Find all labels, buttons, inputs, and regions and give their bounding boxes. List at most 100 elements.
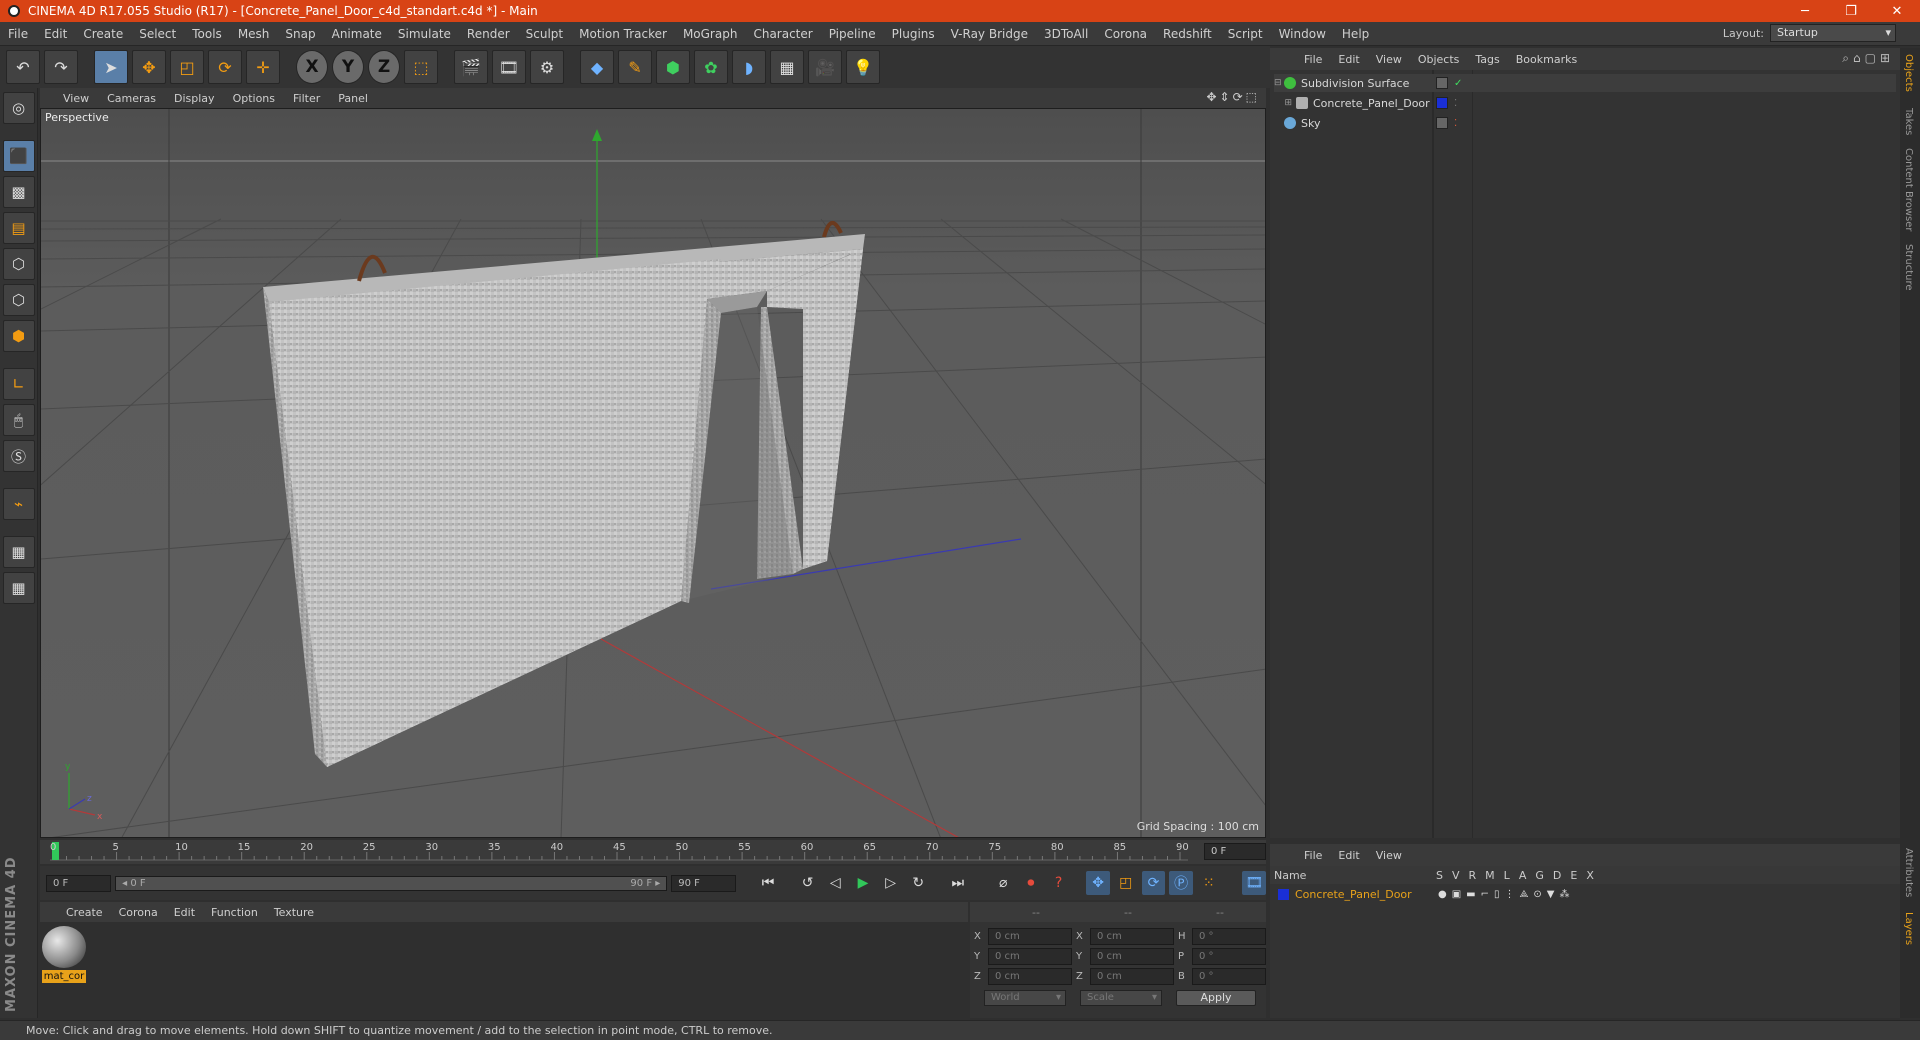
size-z-field[interactable]: 0 cm bbox=[1090, 968, 1174, 985]
size-x-field[interactable]: 0 cm bbox=[1090, 928, 1174, 945]
material-name[interactable]: mat_cor bbox=[42, 970, 86, 983]
material-preview[interactable] bbox=[42, 926, 86, 968]
menu-corona[interactable]: Corona bbox=[1096, 27, 1155, 41]
mat-menu-corona[interactable]: Corona bbox=[111, 906, 166, 919]
go-to-start-icon[interactable]: ⏮ bbox=[756, 871, 780, 895]
record-icon[interactable]: ⏺ bbox=[1019, 871, 1043, 895]
visibility-toggle[interactable] bbox=[1436, 117, 1448, 129]
next-frame-icon[interactable]: ▷ bbox=[879, 871, 903, 895]
rotate-icon[interactable]: ⟳ bbox=[208, 50, 242, 84]
floor-icon[interactable]: ▦ bbox=[770, 50, 804, 84]
menu-sculpt[interactable]: Sculpt bbox=[518, 27, 571, 41]
restore-button[interactable]: ❐ bbox=[1828, 0, 1874, 22]
position-z-field[interactable]: 0 cm bbox=[988, 968, 1072, 985]
subdivision-surface-icon[interactable]: ⬢ bbox=[656, 50, 690, 84]
size-mode-select[interactable]: Scale bbox=[1080, 990, 1162, 1006]
motion-path-icon[interactable]: ⌀ bbox=[991, 871, 1015, 895]
mat-menu-function[interactable]: Function bbox=[203, 906, 266, 919]
menu-pipeline[interactable]: Pipeline bbox=[821, 27, 884, 41]
undo-icon[interactable]: ↶ bbox=[6, 50, 40, 84]
visibility-toggle[interactable] bbox=[1436, 77, 1448, 89]
edges-mode-icon[interactable]: ⬡ bbox=[2, 284, 35, 316]
viewport-menu-panel[interactable]: Panel bbox=[329, 92, 377, 105]
mat-menu-edit[interactable]: Edit bbox=[166, 906, 203, 919]
go-to-end-icon[interactable]: ⏭ bbox=[946, 871, 970, 895]
enabled-check-icon[interactable]: ✓ bbox=[1454, 78, 1462, 89]
live-selection-icon[interactable]: ➤ bbox=[94, 50, 128, 84]
layer-color-swatch[interactable] bbox=[1278, 888, 1289, 900]
om-menu-objects[interactable]: Objects bbox=[1410, 53, 1468, 66]
cube-object-icon[interactable]: ◆ bbox=[580, 50, 614, 84]
axis-mode-icon[interactable]: ∟ bbox=[2, 368, 35, 400]
layer-row[interactable]: Concrete_Panel_Door ●▣▬⌐▯⋮⟁⊙▼⁂ bbox=[1278, 886, 1570, 902]
workplane-mode-icon[interactable]: ▤ bbox=[2, 212, 35, 244]
om-menu-bookmarks[interactable]: Bookmarks bbox=[1508, 53, 1585, 66]
layer-menu-edit[interactable]: Edit bbox=[1330, 849, 1367, 862]
end-frame-field[interactable]: 90 F bbox=[671, 874, 737, 892]
rotation-h-field[interactable]: 0 ° bbox=[1192, 928, 1266, 945]
texture-mode-icon[interactable]: ▩ bbox=[2, 176, 35, 208]
next-key-icon[interactable]: ↻ bbox=[906, 871, 930, 895]
menu-snap[interactable]: Snap bbox=[277, 27, 323, 41]
menu-simulate[interactable]: Simulate bbox=[390, 27, 459, 41]
menu-animate[interactable]: Animate bbox=[324, 27, 390, 41]
menu-3dtoall[interactable]: 3DToAll bbox=[1036, 27, 1096, 41]
start-frame-field[interactable]: 0 F bbox=[46, 874, 112, 892]
om-menu-file[interactable]: File bbox=[1296, 53, 1330, 66]
coordinate-mode-select[interactable]: World bbox=[984, 990, 1066, 1006]
menu-plugins[interactable]: Plugins bbox=[884, 27, 943, 41]
key-parameter-icon[interactable]: Ⓟ bbox=[1169, 871, 1193, 895]
side-tab-content-browser[interactable]: Content Browser bbox=[1903, 148, 1914, 231]
viewport-menu-options[interactable]: Options bbox=[224, 92, 284, 105]
coordinate-system-icon[interactable]: ⬚ bbox=[404, 50, 438, 84]
tweak-mode-icon[interactable]: 🖱 bbox=[2, 404, 35, 436]
menu-mesh[interactable]: Mesh bbox=[230, 27, 278, 41]
object-row-concrete-panel-door[interactable]: ⊞ Concrete_Panel_Door ⁚ bbox=[1274, 94, 1896, 112]
apply-button[interactable]: Apply bbox=[1176, 990, 1256, 1006]
autokey-icon[interactable]: ? bbox=[1047, 871, 1071, 895]
key-scale-icon[interactable]: ◰ bbox=[1114, 871, 1138, 895]
menu-help[interactable]: Help bbox=[1334, 27, 1377, 41]
position-x-field[interactable]: 0 cm bbox=[988, 928, 1072, 945]
menu-create[interactable]: Create bbox=[75, 27, 131, 41]
workplane-lock-icon[interactable]: ▦ bbox=[2, 536, 35, 568]
om-menu-view[interactable]: View bbox=[1368, 53, 1410, 66]
menu-motion-tracker[interactable]: Motion Tracker bbox=[571, 27, 675, 41]
magnet-icon[interactable]: ⌁ bbox=[2, 488, 35, 520]
viewport-menu-view[interactable]: View bbox=[54, 92, 98, 105]
redo-icon[interactable]: ↷ bbox=[44, 50, 78, 84]
menu-redshift[interactable]: Redshift bbox=[1155, 27, 1220, 41]
mat-menu-texture[interactable]: Texture bbox=[266, 906, 322, 919]
move-icon[interactable]: ✥ bbox=[132, 50, 166, 84]
snap-icon[interactable]: Ⓢ bbox=[2, 440, 35, 472]
menu-render[interactable]: Render bbox=[459, 27, 518, 41]
rotation-b-field[interactable]: 0 ° bbox=[1192, 968, 1266, 985]
render-view-icon[interactable]: 🎬 bbox=[454, 50, 488, 84]
layer-menu-file[interactable]: File bbox=[1296, 849, 1330, 862]
object-row-sky[interactable]: Sky ⁚ bbox=[1274, 114, 1896, 132]
minimize-button[interactable]: ─ bbox=[1782, 0, 1828, 22]
timeline-ruler[interactable]: 0 5 10 15 20 25 30 35 40 45 50 55 60 65 70 75 80 85 90 0 F bbox=[40, 840, 1266, 864]
om-toolbar-icons[interactable]: ⌕⌂▢⊞ bbox=[1842, 51, 1894, 66]
z-axis-lock-button[interactable]: Z bbox=[368, 50, 400, 84]
viewport-menu-filter[interactable]: Filter bbox=[284, 92, 329, 105]
visibility-dots[interactable]: ⁚ bbox=[1454, 118, 1457, 129]
layer-menu-view[interactable]: View bbox=[1368, 849, 1410, 862]
scale-icon[interactable]: ◰ bbox=[170, 50, 204, 84]
layer-color-swatch[interactable] bbox=[1436, 97, 1448, 109]
om-menu-edit[interactable]: Edit bbox=[1330, 53, 1367, 66]
cloner-icon[interactable]: ✿ bbox=[694, 50, 728, 84]
camera-icon[interactable]: 🎥 bbox=[808, 50, 842, 84]
key-rotation-icon[interactable]: ⟳ bbox=[1141, 871, 1166, 895]
om-menu-tags[interactable]: Tags bbox=[1467, 53, 1507, 66]
layer-flag-icons[interactable]: ●▣▬⌐▯⋮⟁⊙▼⁂ bbox=[1438, 889, 1575, 900]
previous-key-icon[interactable]: ↺ bbox=[796, 871, 820, 895]
key-position-icon[interactable]: ✥ bbox=[1086, 871, 1110, 895]
polygons-mode-icon[interactable]: ⬢ bbox=[2, 320, 35, 352]
timeline-window-icon[interactable]: 🎞 bbox=[1242, 871, 1267, 895]
side-tab-objects[interactable]: Objects bbox=[1903, 54, 1914, 92]
y-axis-lock-button[interactable]: Y bbox=[332, 50, 364, 84]
side-tab-attributes[interactable]: Attributes bbox=[1903, 848, 1914, 897]
menu-select[interactable]: Select bbox=[131, 27, 184, 41]
size-y-field[interactable]: 0 cm bbox=[1090, 948, 1174, 965]
